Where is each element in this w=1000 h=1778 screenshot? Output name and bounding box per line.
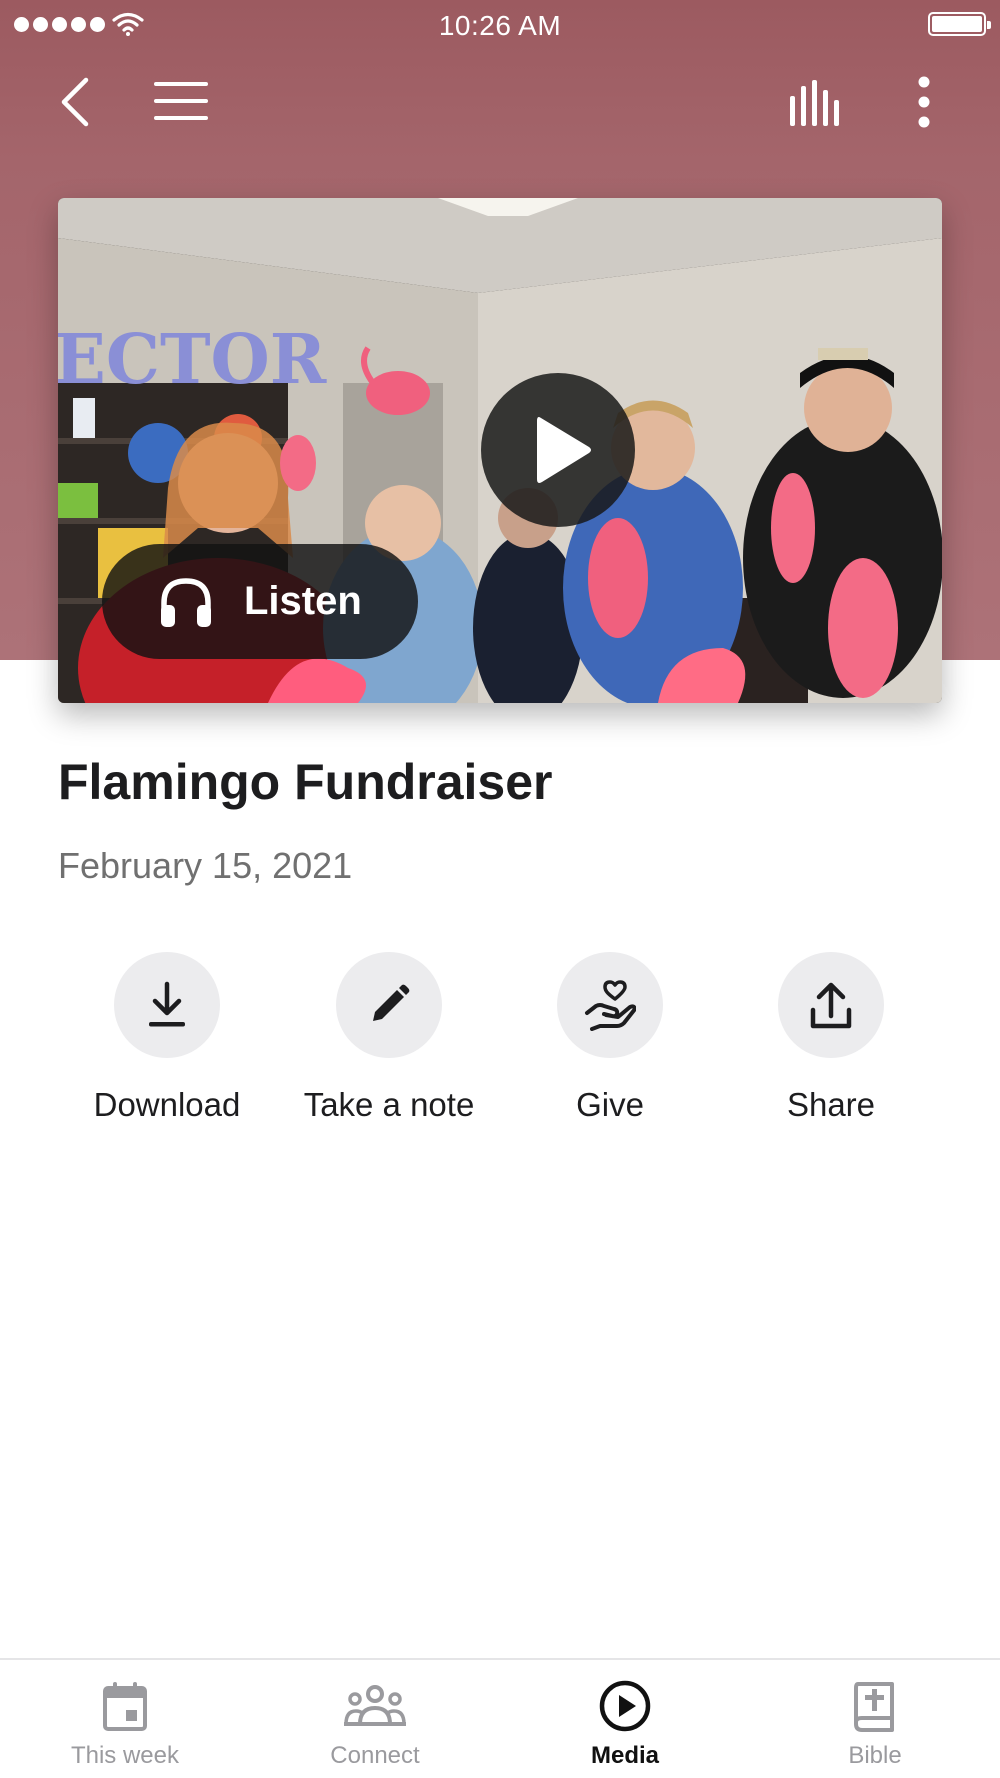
share-button[interactable]: Share: [721, 952, 941, 1124]
listen-label: Listen: [244, 579, 362, 623]
status-time: 10:26 AM: [438, 10, 562, 41]
tab-connect-label: Connect: [330, 1742, 420, 1769]
share-label: Share: [786, 1086, 876, 1123]
play-icon: [537, 417, 591, 483]
play-circle-icon: [599, 1680, 651, 1732]
tab-bible[interactable]: Bible: [750, 1660, 1000, 1778]
give-heart-hand-icon: [585, 980, 636, 1031]
give-button[interactable]: Give: [500, 952, 720, 1124]
action-icon-circle: [778, 952, 884, 1058]
pencil-icon: [373, 984, 410, 1021]
tab-bible-label: Bible: [848, 1742, 902, 1769]
more-vertical-icon: [918, 76, 930, 128]
listen-button[interactable]: Listen: [102, 544, 418, 659]
tab-bar: This week Connect Media Bible: [0, 1658, 1000, 1778]
action-icon-circle: [336, 952, 442, 1058]
audio-button[interactable]: [788, 80, 846, 126]
action-icon-circle: [557, 952, 663, 1058]
give-label: Give: [576, 1086, 644, 1123]
tab-this-week-label: This week: [70, 1742, 180, 1769]
page-title: Flamingo Fundraiser: [58, 754, 553, 810]
people-icon: [344, 1685, 406, 1726]
take-a-note-label: Take a note: [303, 1086, 475, 1123]
hamburger-menu-icon: [154, 82, 208, 120]
menu-button[interactable]: [152, 78, 210, 124]
action-row: Download Take a note Give Share: [0, 952, 1000, 1132]
tab-media[interactable]: Media: [500, 1660, 750, 1778]
share-icon: [810, 982, 852, 1029]
more-options-button[interactable]: [914, 76, 934, 128]
calendar-icon: [103, 1682, 147, 1731]
back-button[interactable]: [52, 72, 104, 132]
download-label: Download: [93, 1086, 241, 1123]
play-button[interactable]: [481, 373, 635, 527]
download-icon: [149, 981, 185, 1027]
tab-connect[interactable]: Connect: [250, 1660, 500, 1778]
status-bar: 10:26 AM: [0, 0, 1000, 50]
bible-icon: [854, 1682, 894, 1732]
video-player[interactable]: ECTOR Listen: [58, 198, 942, 703]
headphones-icon: [161, 577, 211, 627]
action-icon-circle: [114, 952, 220, 1058]
svg-text:ECTOR: ECTOR: [58, 320, 327, 400]
chevron-left-icon: [61, 77, 89, 127]
tab-this-week[interactable]: This week: [0, 1660, 250, 1778]
take-a-note-button[interactable]: Take a note: [279, 952, 499, 1124]
download-button[interactable]: Download: [57, 952, 277, 1124]
audio-bars-icon: [790, 80, 839, 126]
publish-date: February 15, 2021: [58, 845, 353, 886]
tab-media-label: Media: [590, 1742, 659, 1769]
battery-icon: [928, 12, 991, 36]
